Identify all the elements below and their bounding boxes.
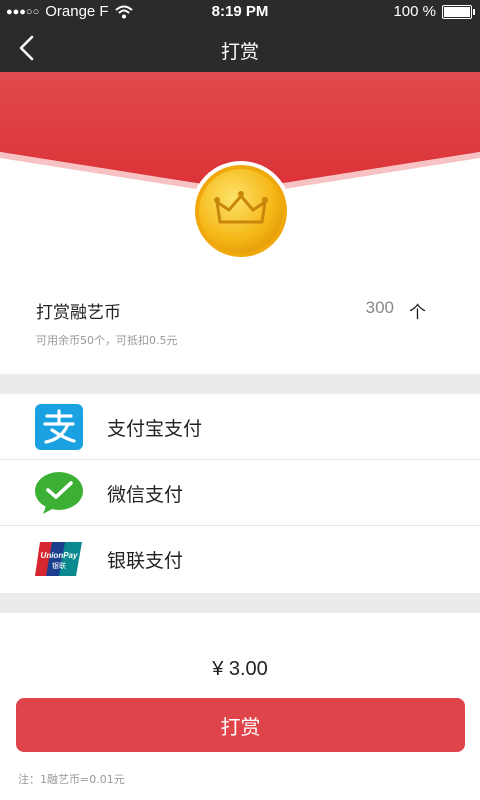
balance-note: 可用余币50个，可抵扣0.5元 [36, 334, 178, 347]
reward-row: 打赏融艺币 300 个 可用余币50个，可抵扣0.5元 [0, 290, 480, 374]
payment-label: 微信支付 [107, 484, 184, 506]
section-divider [0, 593, 480, 613]
payment-label: 支付宝支付 [107, 418, 203, 440]
payment-option-alipay[interactable]: 支付宝支付 [0, 394, 480, 460]
section-divider [0, 374, 480, 394]
nav-bar: 打赏 [0, 24, 480, 72]
wechat-pay-icon [35, 472, 83, 514]
reward-title: 打赏融艺币 [36, 303, 121, 323]
payment-option-unionpay[interactable]: UnionPay 银联 银联支付 [0, 526, 480, 592]
payment-label: 银联支付 [107, 550, 184, 572]
crown-coin-icon [191, 161, 291, 261]
submit-reward-button[interactable]: 打赏 [16, 698, 465, 752]
svg-text:银联: 银联 [52, 561, 66, 570]
reward-amount-input[interactable]: 300 [366, 298, 394, 318]
page-title: 打赏 [220, 41, 259, 63]
reward-unit: 个 [409, 303, 426, 323]
unionpay-icon: UnionPay 银联 [35, 542, 82, 576]
status-bar: ●●●○○ Orange F 8:19 PM 100 % [0, 0, 480, 24]
total-amount: ¥ 3.00 [212, 658, 268, 680]
svg-text:UnionPay: UnionPay [41, 551, 78, 560]
alipay-icon [35, 404, 83, 450]
status-right: 100 % [393, 3, 475, 20]
payment-option-wechat[interactable]: 微信支付 [0, 460, 480, 526]
battery-percent: 100 % [393, 3, 436, 20]
payment-method-list: 支付宝支付 微信支付 UnionPay 银联 银联支付 [0, 394, 480, 592]
battery-icon [442, 4, 475, 19]
exchange-rate-note: 注：1融艺币=0.01元 [18, 773, 125, 786]
